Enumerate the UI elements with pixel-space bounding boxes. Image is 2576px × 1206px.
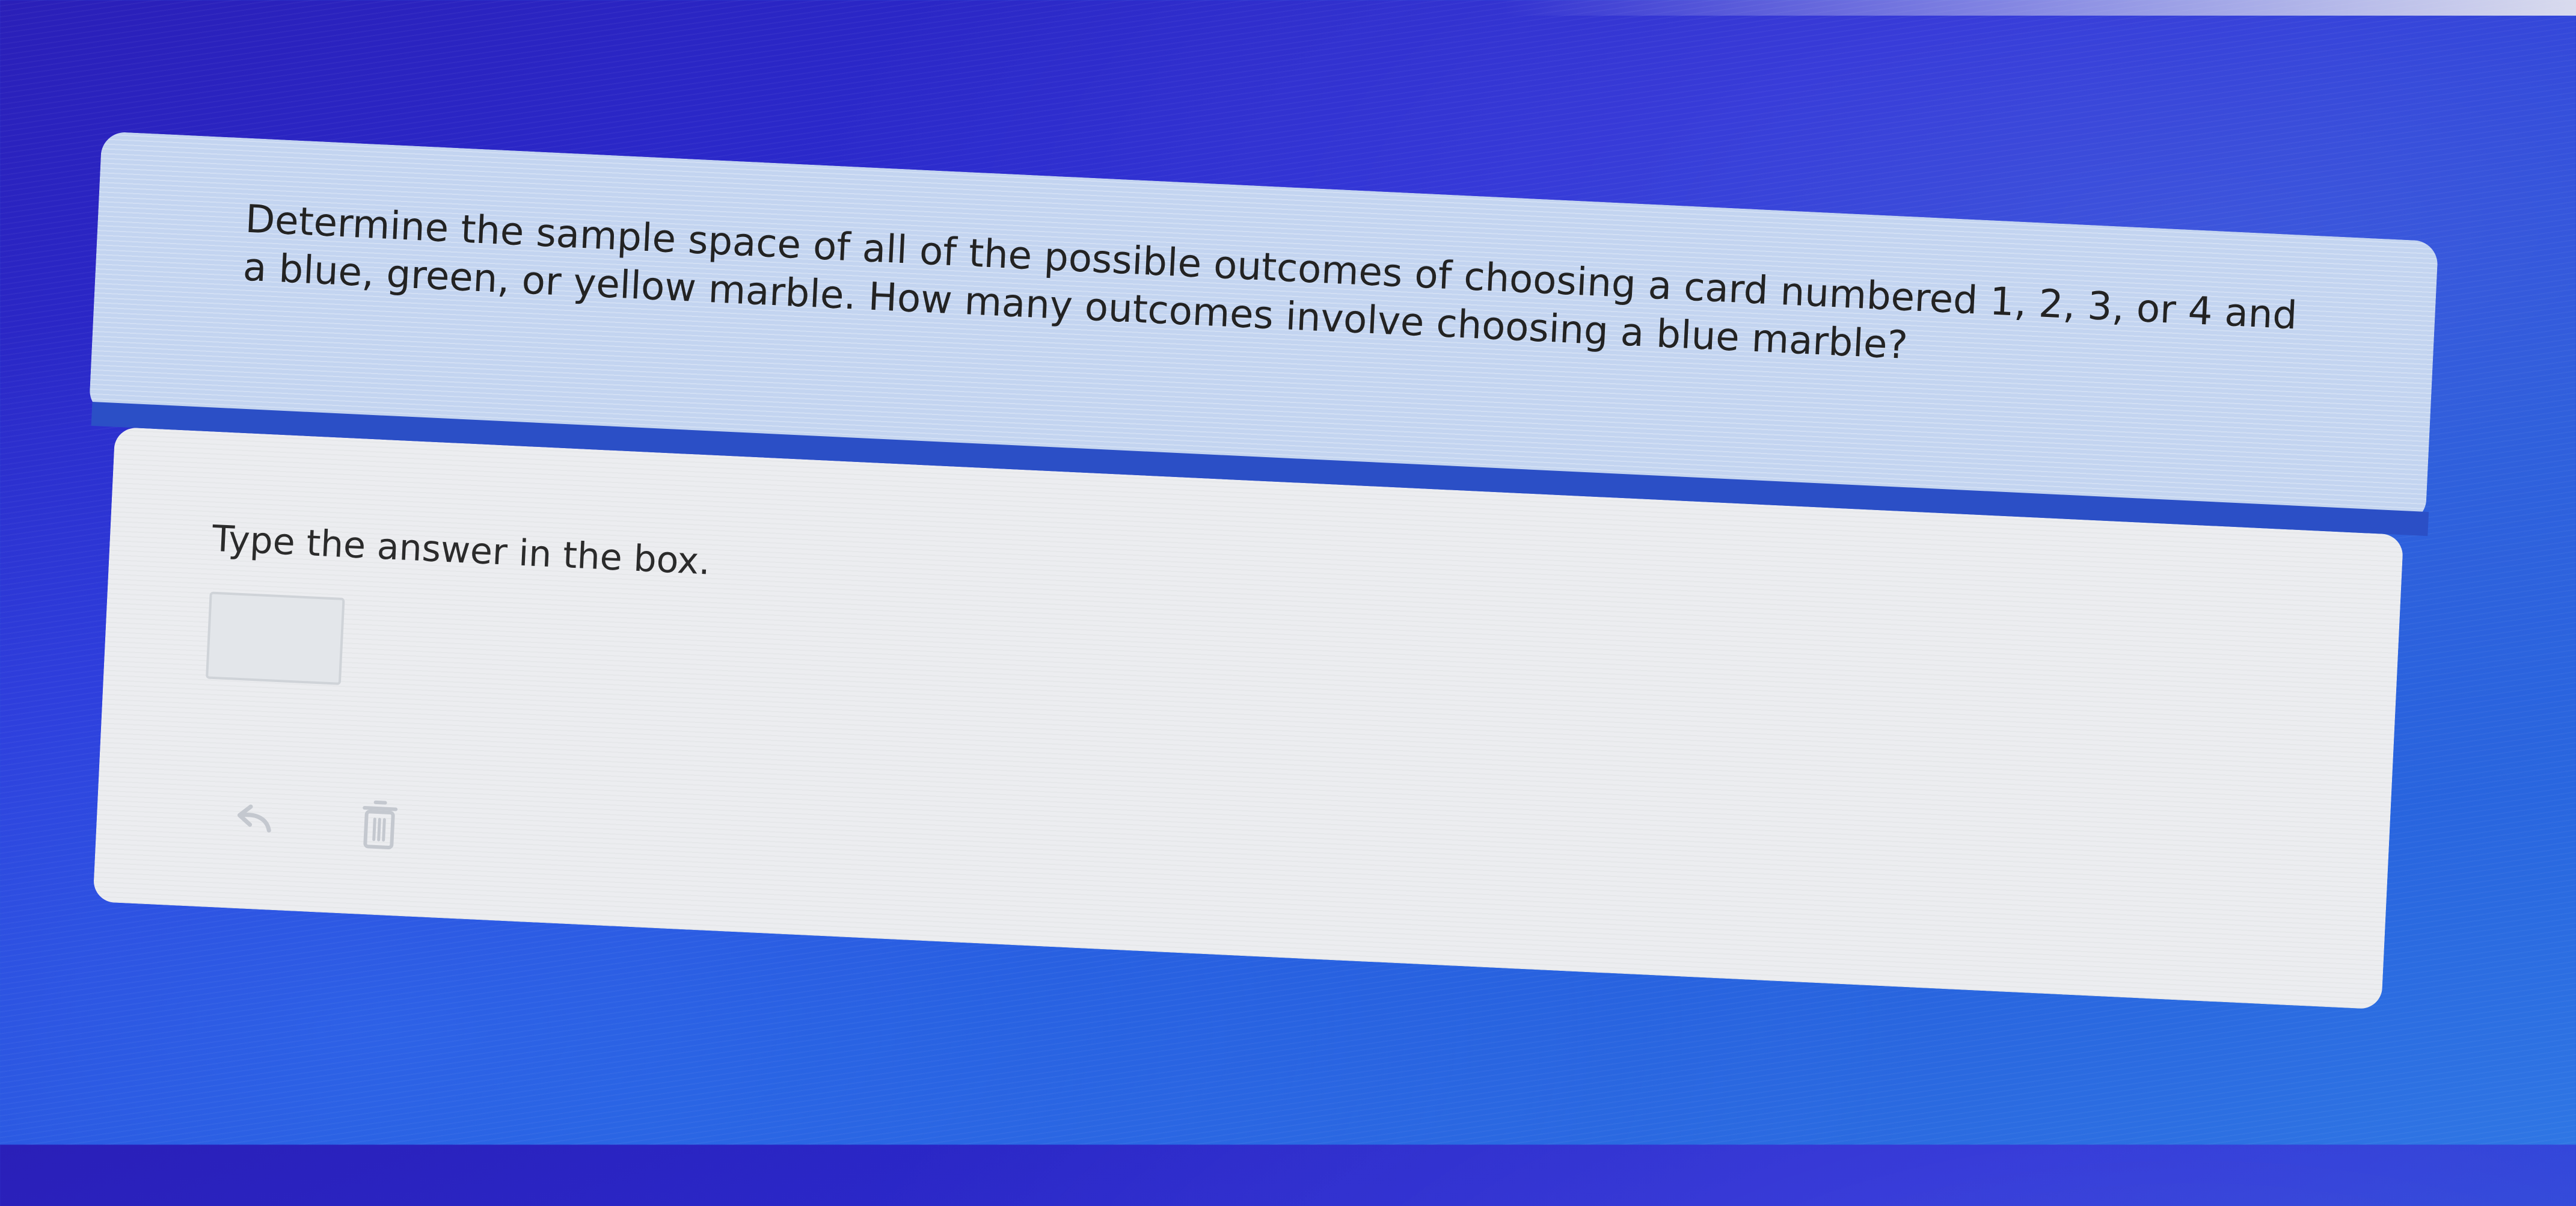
trash-can-icon: [363, 800, 398, 849]
undo-arrow-icon: [237, 804, 271, 833]
answer-instruction: Type the answer in the box.: [211, 517, 711, 583]
window-edge: [1503, 0, 2576, 16]
undo-button[interactable]: [225, 787, 282, 850]
answer-toolbar: [225, 787, 408, 856]
quiz-stage: Determine the sample space of all of the…: [0, 0, 2576, 1206]
delete-button[interactable]: [351, 793, 408, 856]
question-text: Determine the sample space of all of the…: [242, 197, 2298, 369]
answer-input[interactable]: [206, 591, 345, 685]
